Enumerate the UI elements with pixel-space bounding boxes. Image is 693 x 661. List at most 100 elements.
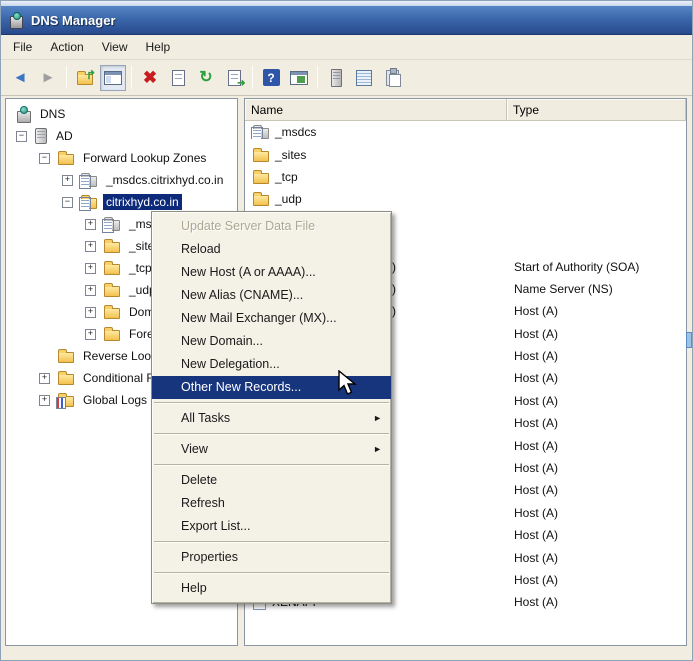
console-window-button[interactable] [286, 65, 312, 91]
record-name-label: _udp [275, 192, 302, 206]
up-level-button[interactable] [72, 65, 98, 91]
cell-type: Host (A) [507, 461, 686, 475]
clipboard-icon [386, 70, 399, 86]
column-header-type[interactable]: Type [507, 99, 686, 121]
column-header-name[interactable]: Name [245, 99, 507, 121]
menu-item-new-mail-exchanger[interactable]: New Mail Exchanger (MX)... [152, 307, 391, 330]
table-row[interactable]: _sites [245, 143, 686, 165]
server-icon [35, 128, 47, 144]
menubar-item-view[interactable]: View [93, 37, 137, 57]
cell-type: Host (A) [507, 349, 686, 363]
menubar-item-file[interactable]: File [4, 37, 41, 57]
cell-type: Host (A) [507, 304, 686, 318]
refresh-icon: ↻ [199, 70, 212, 86]
export-list-button[interactable] [221, 65, 247, 91]
tree-expander-plus-icon[interactable]: + [85, 307, 96, 318]
tree-expander-plus-icon[interactable]: + [85, 329, 96, 340]
tree-expander-minus-icon[interactable]: − [16, 131, 27, 142]
tree-expander-plus-icon[interactable]: + [85, 285, 96, 296]
menu-separator [154, 402, 389, 404]
list-icon [356, 70, 372, 86]
menu-item-view[interactable]: View► [152, 438, 391, 461]
mouse-cursor [337, 370, 361, 398]
table-row[interactable]: _udp [245, 188, 686, 210]
menu-item-reload[interactable]: Reload [152, 238, 391, 261]
server-button[interactable] [323, 65, 349, 91]
folder-icon [104, 286, 120, 297]
menu-item-properties[interactable]: Properties [152, 546, 391, 569]
folder-icon [104, 330, 120, 341]
properties-icon [172, 70, 185, 86]
menu-item-new-host[interactable]: New Host (A or AAAA)... [152, 261, 391, 284]
folder-icon [104, 308, 120, 319]
zone-gray-icon [253, 128, 269, 139]
cell-type: Host (A) [507, 506, 686, 520]
tree-item-ad[interactable]: − AD [6, 125, 237, 147]
submenu-arrow-icon: ► [373, 438, 382, 461]
menu-item-new-alias[interactable]: New Alias (CNAME)... [152, 284, 391, 307]
window-title: DNS Manager [31, 13, 116, 28]
tree-item-dns[interactable]: DNS [6, 103, 237, 125]
tree-expander-plus-icon[interactable]: + [85, 263, 96, 274]
title-bar[interactable]: DNS Manager [1, 6, 692, 35]
list-header: NameType [245, 99, 686, 121]
menubar-item-help[interactable]: Help [137, 37, 180, 57]
folder-icon [104, 264, 120, 275]
tree-expander-minus-icon[interactable]: − [62, 197, 73, 208]
tree-item--msdcs-citrixhyd-co-in[interactable]: +_msdcs.citrixhyd.co.in [6, 169, 237, 191]
forward-button[interactable]: ► [35, 65, 61, 91]
submenu-arrow-icon: ► [373, 407, 382, 430]
export-list-icon [228, 70, 241, 86]
folder-icon [253, 173, 269, 184]
tree-expander-minus-icon[interactable]: − [39, 153, 50, 164]
properties-doc-button[interactable] [165, 65, 191, 91]
tree-item-label: AD [53, 128, 76, 144]
tree-expander-plus-icon[interactable]: + [85, 219, 96, 230]
tree-expander-plus-icon[interactable]: + [85, 241, 96, 252]
folder-up-icon [77, 74, 93, 85]
back-button[interactable]: ◄ [7, 65, 33, 91]
toolbar-separator [66, 66, 67, 89]
zone-gray-icon [104, 220, 120, 231]
menu-item-refresh[interactable]: Refresh [152, 492, 391, 515]
menubar-item-action[interactable]: Action [41, 37, 92, 57]
menu-item-new-domain[interactable]: New Domain... [152, 330, 391, 353]
menu-separator [154, 572, 389, 574]
toolbar: ◄► ✖ ↻? [1, 60, 692, 96]
tree-expander-plus-icon[interactable]: + [39, 395, 50, 406]
menu-separator [154, 464, 389, 466]
toolbar-separator [131, 66, 132, 89]
cell-type: Host (A) [507, 595, 686, 609]
clipboard-button[interactable] [379, 65, 405, 91]
folder-icon [104, 242, 120, 253]
delete-button[interactable]: ✖ [137, 65, 163, 91]
tree-item-label: Forward Lookup Zones [80, 150, 209, 166]
cell-name: _tcp [245, 170, 507, 184]
table-row[interactable]: _msdcs [245, 121, 686, 143]
menu-separator [154, 433, 389, 435]
menu-item-help[interactable]: Help [152, 577, 391, 600]
cell-type: Host (A) [507, 327, 686, 341]
tree-expander-plus-icon[interactable]: + [39, 373, 50, 384]
console-tree-toggle-button[interactable] [100, 65, 126, 91]
tree-item-citrixhyd-co-in[interactable]: −citrixhyd.co.in [6, 191, 237, 213]
folder-icon [58, 352, 74, 363]
zone-list-button[interactable] [351, 65, 377, 91]
folder-icon [253, 195, 269, 206]
refresh-button[interactable]: ↻ [193, 65, 219, 91]
dns-manager-window: { "window": { "title": "DNS Manager" }, … [0, 0, 693, 661]
menu-item-export-list[interactable]: Export List... [152, 515, 391, 538]
dns-root-icon [16, 106, 31, 123]
cell-type: Host (A) [507, 528, 686, 542]
cell-name: _udp [245, 192, 507, 206]
tree-item-label: Global Logs [80, 392, 150, 408]
help-button[interactable]: ? [258, 65, 284, 91]
menu-item-all-tasks[interactable]: All Tasks► [152, 407, 391, 430]
toolbar-separator [317, 66, 318, 89]
tree-expander-plus-icon[interactable]: + [62, 175, 73, 186]
tree-item-forward-lookup-zones[interactable]: − Forward Lookup Zones [6, 147, 237, 169]
menu-item-delete[interactable]: Delete [152, 469, 391, 492]
console-tree-icon [104, 71, 122, 85]
logs-folder-icon [58, 396, 74, 407]
table-row[interactable]: _tcp [245, 166, 686, 188]
